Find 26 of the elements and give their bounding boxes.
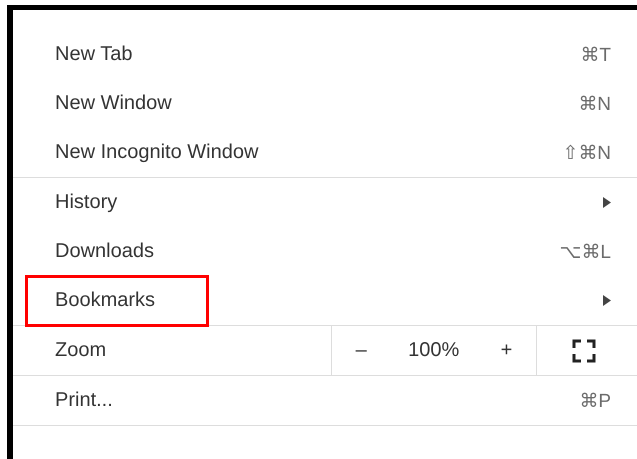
menu-item[interactable]: Downloads ⌥⌘L	[13, 227, 637, 276]
menu-item-label: New Incognito Window	[55, 141, 260, 164]
keyboard-shortcut: ⌥⌘L	[559, 240, 611, 264]
menu-item-label: New Window	[55, 92, 173, 115]
keyboard-shortcut: ⌘P	[579, 390, 611, 412]
zoom-out-button[interactable]: –	[350, 339, 373, 362]
zoom-in-button[interactable]: +	[494, 339, 518, 362]
submenu-arrow-icon	[603, 295, 611, 306]
keyboard-shortcut: ⌘N	[578, 92, 611, 116]
zoom-label: Zoom	[55, 339, 106, 362]
menu-item[interactable]: New Tab ⌘T	[13, 30, 637, 79]
menu-item-label: Print...	[55, 389, 114, 412]
keyboard-shortcut: ⌘T	[580, 44, 611, 66]
menu-item-label: Downloads	[55, 240, 155, 263]
menu-item-label: New Tab	[55, 43, 134, 66]
fullscreen-icon[interactable]	[572, 338, 596, 362]
keyboard-shortcut: ⇧⌘N	[562, 142, 611, 164]
submenu-arrow-icon	[603, 197, 611, 208]
menu-item-label: History	[55, 191, 118, 214]
menu-item[interactable]: New Incognito Window ⇧⌘N	[13, 128, 637, 177]
zoom-level: 100%	[408, 339, 460, 362]
menu-item[interactable]: Print... ⌘P	[13, 376, 637, 425]
menu-item[interactable]: New Window ⌘N	[13, 79, 637, 128]
menu-item[interactable]: History	[13, 178, 637, 227]
menu-item[interactable]: Bookmarks	[13, 276, 637, 325]
menu-item-label: Bookmarks	[55, 289, 156, 312]
